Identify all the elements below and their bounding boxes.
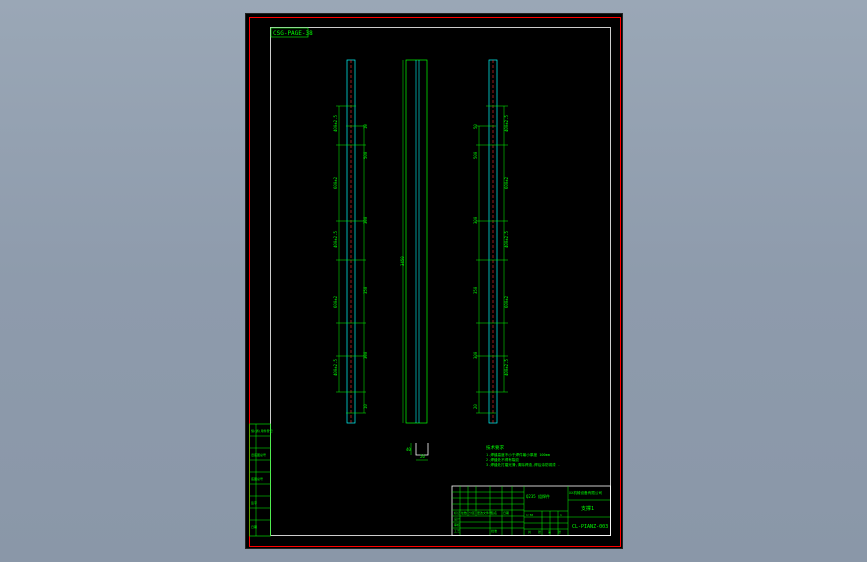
- sheet-label-2: 第: [548, 529, 551, 534]
- drawing-canvas: CSG-PAGE-38 400±2.5 600±2 400±2.5 600±2 …: [249, 17, 621, 547]
- inner-frame: [270, 27, 611, 536]
- sheet-label-0: 共: [528, 529, 531, 534]
- section-dim-width: 20: [420, 454, 425, 459]
- sheet-label-1: 张: [538, 529, 541, 534]
- side-row-8: 日期: [251, 524, 257, 529]
- center-view: 3450: [400, 59, 428, 424]
- right-dim-label-2: 400±2.5: [504, 231, 509, 248]
- company-name: XX机械设备有限公司: [569, 490, 602, 495]
- row-label-3: 批准: [491, 528, 497, 533]
- row-label-1: 审核: [454, 522, 460, 527]
- side-row-2: 旧底图总号: [251, 452, 266, 457]
- drawing-number: CL-PIANZ-003: [572, 524, 608, 530]
- left-view: 400±2.5 600±2 400±2.5 600±2 400±2.5 10 5…: [333, 59, 368, 424]
- right-outer-dim-5: 20: [473, 404, 478, 409]
- left-outer-dim-2: 300: [363, 216, 368, 224]
- right-dim-label-1: 600±2: [504, 176, 509, 189]
- header-label-3: 更改文件号: [477, 510, 492, 515]
- side-row-6: 签字: [251, 500, 257, 505]
- right-outer-dim-1: 500: [473, 151, 478, 159]
- header-label-1: 处数: [461, 510, 467, 515]
- right-outer-dim-0: 50: [473, 124, 478, 129]
- left-dim-label-4: 400±2.5: [333, 359, 338, 376]
- right-outer-dim-3: 350: [473, 286, 478, 294]
- section-detail: 40 20: [406, 443, 429, 461]
- notes-title: 技术要求: [486, 444, 504, 451]
- side-row-4: 底图总号: [251, 476, 263, 481]
- center-member-outline: [405, 59, 428, 424]
- right-dim-label-4: 400±2.5: [504, 359, 509, 376]
- header-label-5: 日期: [503, 510, 509, 515]
- side-table: 借(通)用件登记 旧底图总号 底图总号 签字 日期: [249, 423, 273, 537]
- qty: 1: [560, 513, 562, 517]
- note-2: 2.焊缝处不得有裂纹: [486, 457, 519, 462]
- left-outer-dim-0: 10: [363, 124, 368, 129]
- row-label-2: 工艺: [454, 528, 460, 533]
- left-outer-dim-3: 350: [363, 286, 368, 294]
- outer-frame: [249, 17, 621, 547]
- header-label-0: 标记: [454, 510, 460, 515]
- right-dim-label-0: 400±2.5: [504, 115, 509, 132]
- scale-label: 1:50: [526, 513, 533, 517]
- drawing-sheet: CSG-PAGE-38 400±2.5 600±2 400±2.5 600±2 …: [245, 13, 623, 549]
- material: Q235 组焊件: [526, 493, 550, 499]
- part-name: 支撑1: [581, 505, 594, 512]
- side-row-0: 借(通)用件登记: [251, 428, 273, 433]
- left-dim-label-0: 400±2.5: [333, 115, 338, 132]
- note-1: 1.焊缝高度不小于焊件最小厚度 100mm: [486, 452, 550, 457]
- header-label-2: 分区: [469, 510, 475, 515]
- note-3: 3.焊缝处打磨光滑,清除焊渣,焊后涂防锈漆 .: [486, 462, 560, 467]
- row-label-0: 设计: [454, 516, 460, 521]
- technical-notes: 技术要求 1.焊缝高度不小于焊件最小厚度 100mm 2.焊缝处不得有裂纹 3.…: [486, 444, 560, 467]
- right-dim-label-3: 600±2: [504, 295, 509, 308]
- right-outer-dim-2: 300: [473, 216, 478, 224]
- right-outer-dim-4: 300: [473, 351, 478, 359]
- title-block: 标记 处数 分区 更改文件号 签名 日期 设计 审核 工艺 批准 Q235 组焊…: [451, 485, 611, 536]
- left-outer-dim-4: 300: [363, 351, 368, 359]
- left-outer-dim-5: 10: [363, 404, 368, 409]
- code-box-text: CSG-PAGE-38: [273, 30, 313, 37]
- left-outer-dim-1: 500: [363, 151, 368, 159]
- header-label-4: 签名: [491, 510, 497, 515]
- left-dim-label-1: 600±2: [333, 176, 338, 189]
- left-dim-label-2: 400±2.5: [333, 231, 338, 248]
- center-dim-label: 3450: [400, 256, 405, 266]
- section-dim-height: 40: [406, 447, 411, 452]
- left-dim-label-3: 600±2: [333, 295, 338, 308]
- sheet-label-3: 张: [558, 529, 561, 534]
- right-view: 400±2.5 600±2 400±2.5 600±2 400±2.5 50 5…: [473, 59, 509, 424]
